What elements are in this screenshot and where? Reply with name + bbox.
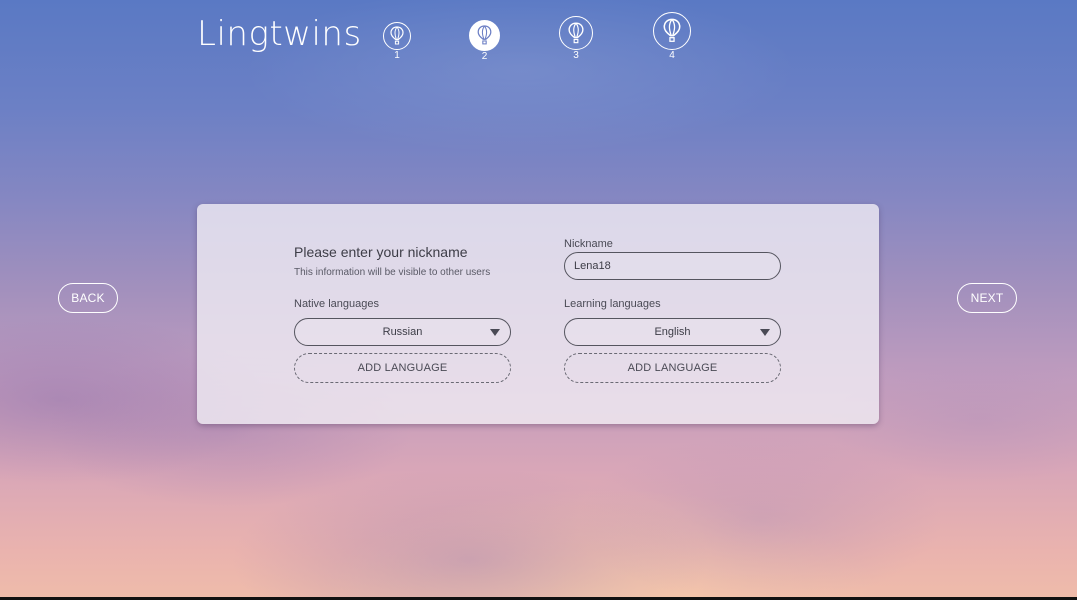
step-1[interactable]: 1: [383, 22, 411, 61]
next-button[interactable]: NEXT: [957, 283, 1017, 313]
nickname-input[interactable]: [565, 260, 780, 272]
add-learning-language-button[interactable]: ADD LANGUAGE: [564, 353, 781, 383]
native-language-value: Russian: [382, 326, 423, 338]
caret-down-icon: [760, 329, 770, 336]
learning-language-value: English: [654, 326, 691, 338]
step-3-number: 3: [573, 50, 579, 61]
learning-languages-label: Learning languages: [564, 298, 661, 310]
native-languages-label: Native languages: [294, 298, 380, 310]
form-heading: Please enter your nickname: [294, 244, 468, 260]
add-native-language-button[interactable]: ADD LANGUAGE: [294, 353, 511, 383]
balloon-icon: [663, 18, 681, 42]
balloon-icon: [477, 25, 492, 45]
nickname-label: Nickname: [564, 238, 613, 250]
step-1-number: 1: [394, 50, 400, 61]
nickname-field[interactable]: [564, 252, 781, 280]
caret-down-icon: [490, 329, 500, 336]
step-2-circle[interactable]: [469, 20, 500, 51]
step-3[interactable]: 3: [559, 16, 593, 61]
native-language-select[interactable]: Russian: [294, 318, 511, 346]
step-4-number: 4: [669, 50, 675, 61]
learning-language-select[interactable]: English: [564, 318, 781, 346]
profile-form-card: Please enter your nickname This informat…: [197, 204, 879, 424]
form-subtext: This information will be visible to othe…: [294, 267, 491, 278]
balloon-icon: [568, 22, 584, 43]
step-3-circle[interactable]: [559, 16, 593, 50]
step-4[interactable]: 4: [653, 12, 691, 61]
step-2-number: 2: [481, 51, 488, 62]
step-4-circle[interactable]: [653, 12, 691, 50]
step-1-circle[interactable]: [383, 22, 411, 50]
logo: Lingtwins: [197, 14, 362, 54]
back-button[interactable]: BACK: [58, 283, 118, 313]
balloon-icon: [390, 26, 404, 45]
step-2[interactable]: 2: [469, 20, 500, 62]
